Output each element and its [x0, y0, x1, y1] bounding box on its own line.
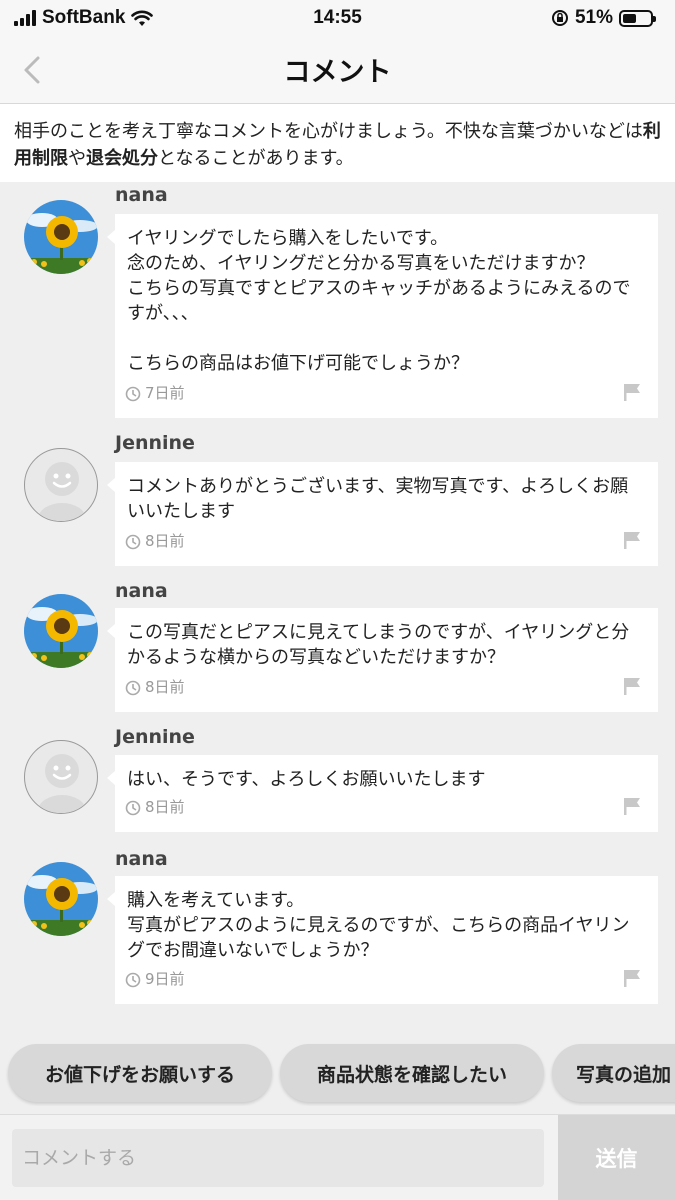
avatar-sunflower[interactable]: [24, 594, 98, 668]
notice-text-1: 相手のことを考え丁寧なコメントを心がけましょう。不快な言葉づかいなどは: [14, 121, 643, 142]
status-left: SoftBank: [14, 7, 154, 29]
report-flag-icon[interactable]: [622, 676, 642, 696]
clock-icon: [125, 972, 141, 987]
rotation-lock-icon: [551, 10, 568, 26]
comment-bubble: この写真だとピアスに見えてしまうのですが、イヤリングと分かるような横からの写真な…: [107, 608, 658, 712]
comment-username[interactable]: nana: [115, 580, 168, 602]
comment-text: この写真だとピアスに見えてしまうのですが、イヤリングと分かるような横からの写真な…: [127, 622, 630, 668]
chevron-left-icon: [24, 56, 40, 84]
notice-text-3: となることがあります。: [158, 148, 354, 169]
comment-input[interactable]: [12, 1129, 544, 1187]
comment-time: 8日前: [145, 798, 185, 816]
report-flag-icon[interactable]: [622, 382, 642, 402]
report-flag-icon[interactable]: [622, 530, 642, 550]
comment-username[interactable]: Jennine: [115, 432, 195, 454]
comment-meta: 8日前: [125, 529, 185, 554]
comment-item: Jennine コメントありがとうございます、実物写真です、よろしくお願いいたし…: [0, 430, 675, 570]
wifi-icon: [131, 10, 154, 26]
comment-bubble: イヤリングでしたら購入をしたいです。 念のため、イヤリングだと分かる写真をいただ…: [107, 214, 658, 418]
comment-notice: 相手のことを考え丁寧なコメントを心がけましょう。不快な言葉づかいなどは利用制限や…: [0, 104, 675, 182]
battery-percent: 51%: [574, 7, 613, 28]
comment-username[interactable]: Jennine: [115, 726, 195, 748]
quick-reply-condition[interactable]: 商品状態を確認したい: [280, 1044, 544, 1102]
avatar-sunflower[interactable]: [24, 862, 98, 936]
status-right: 51%: [551, 7, 656, 29]
comment-item: Jennine はい、そうです、よろしくお願いいたします 8日前: [0, 722, 675, 837]
comment-username[interactable]: nana: [115, 848, 168, 870]
comment-item: nana イヤリングでしたら購入をしたいです。 念のため、イヤリングだと分かる写…: [0, 182, 675, 422]
clock-icon: [125, 800, 141, 815]
comment-item: nana 購入を考えています。 写真がピアスのように見えるのですが、こちらの商品…: [0, 846, 675, 1011]
comment-text: コメントありがとうございます、実物写真です、よろしくお願いいたします: [127, 476, 629, 522]
report-flag-icon[interactable]: [622, 968, 642, 988]
notice-link-withdrawal: 退会処分: [86, 148, 158, 169]
battery-level: [623, 13, 637, 23]
page-title: コメント: [283, 57, 392, 88]
comment-time: 8日前: [145, 678, 185, 696]
comment-item: nana この写真だとピアスに見えてしまうのですが、イヤリングと分かるような横か…: [0, 576, 675, 716]
comment-meta: 9日前: [125, 967, 185, 992]
clock-icon: [125, 386, 141, 401]
comment-meta: 8日前: [125, 795, 185, 820]
comment-username[interactable]: nana: [115, 184, 168, 206]
comment-meta: 7日前: [125, 381, 185, 406]
comment-text: はい、そうです、よろしくお願いいたします: [127, 769, 486, 790]
comment-time: 8日前: [145, 532, 185, 550]
battery-icon: [619, 9, 656, 27]
avatar-default[interactable]: [24, 448, 98, 522]
comment-meta: 8日前: [125, 675, 185, 700]
quick-reply-add-photo[interactable]: 写真の追加: [552, 1044, 675, 1102]
notice-text-2: や: [68, 148, 86, 169]
clock-icon: [125, 534, 141, 549]
comment-bubble: はい、そうです、よろしくお願いいたします 8日前: [107, 755, 658, 832]
quick-reply-price-down[interactable]: お値下げをお願いする: [8, 1044, 272, 1102]
status-bar: SoftBank 14:55 51%: [0, 0, 675, 36]
comment-bubble: コメントありがとうございます、実物写真です、よろしくお願いいたします 8日前: [107, 462, 658, 566]
back-button[interactable]: [14, 50, 54, 90]
report-flag-icon[interactable]: [622, 796, 642, 816]
comment-input-bar: 送信: [0, 1114, 675, 1200]
comment-text: 購入を考えています。 写真がピアスのように見えるのですが、こちらの商品イヤリング…: [127, 890, 630, 961]
avatar-sunflower[interactable]: [24, 200, 98, 274]
comment-time: 7日前: [145, 384, 185, 402]
header: コメント: [0, 36, 675, 104]
comment-time: 9日前: [145, 970, 185, 988]
send-button[interactable]: 送信: [558, 1115, 675, 1200]
avatar-default[interactable]: [24, 740, 98, 814]
comment-text: イヤリングでしたら購入をしたいです。 念のため、イヤリングだと分かる写真をいただ…: [127, 228, 631, 374]
carrier-label: SoftBank: [42, 7, 126, 28]
signal-icon: [14, 10, 36, 26]
quick-reply-bar: お値下げをお願いする 商品状態を確認したい 写真の追加: [0, 1040, 675, 1106]
clock-icon: [125, 680, 141, 695]
comment-bubble: 購入を考えています。 写真がピアスのように見えるのですが、こちらの商品イヤリング…: [107, 876, 658, 1004]
